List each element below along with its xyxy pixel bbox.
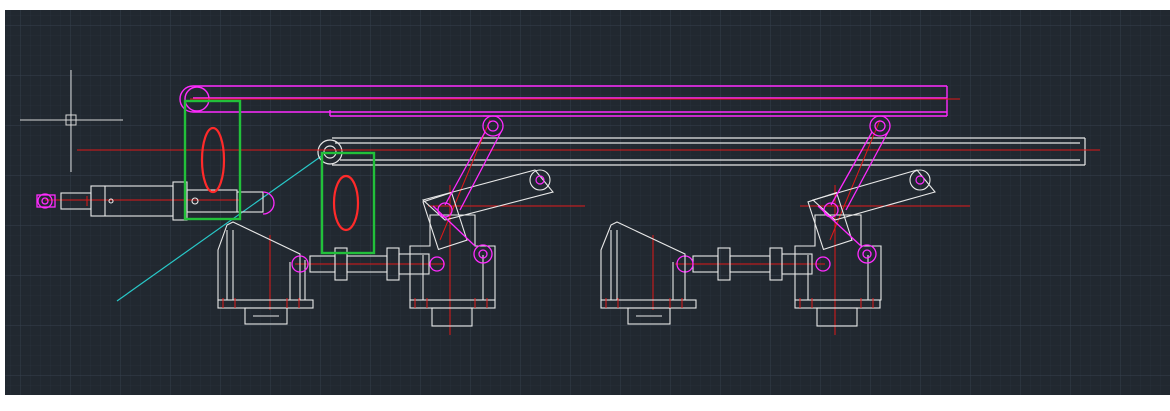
bottom-margin xyxy=(0,395,1170,411)
drawing-canvas[interactable] xyxy=(5,10,1170,395)
drawing-grid xyxy=(5,10,1170,395)
cad-drawing-viewport[interactable] xyxy=(5,10,1170,395)
